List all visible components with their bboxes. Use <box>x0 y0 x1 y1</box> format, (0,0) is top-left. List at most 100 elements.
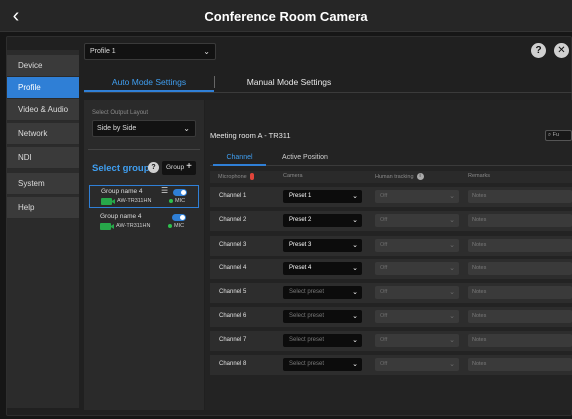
app-title: Conference Room Camera <box>204 9 368 24</box>
table-row: Channel 3 Preset 3 ⌄ Off ⌄ Notes <box>210 236 572 256</box>
chevron-down-icon: ⌄ <box>352 217 358 224</box>
notes-field[interactable]: Notes <box>468 334 572 347</box>
tracking-select[interactable]: Off ⌄ <box>375 286 459 299</box>
sidebar-item-ndi[interactable]: NDI <box>7 147 79 169</box>
tracking-value: Off <box>380 361 388 367</box>
tab-auto-mode[interactable]: Auto Mode Settings <box>84 72 214 92</box>
column-microphone: Microphone <box>218 173 254 180</box>
channel-panel: Meeting room A - TR311 ⌕ Fu Channel Acti… <box>205 100 572 410</box>
notes-field[interactable]: Notes <box>468 358 572 371</box>
tab-active-position[interactable]: Active Position <box>275 154 335 166</box>
camera-preset-select[interactable]: Select preset ⌄ <box>283 358 362 371</box>
camera-preset-select[interactable]: Preset 3 ⌄ <box>283 239 362 252</box>
sidebar-item-device[interactable]: Device <box>7 55 79 77</box>
chevron-down-icon: ⌄ <box>352 337 358 344</box>
tracking-select[interactable]: Off ⌄ <box>375 214 459 227</box>
camera-preset-select[interactable]: Select preset ⌄ <box>283 310 362 323</box>
sidebar-item-profile[interactable]: Profile <box>7 77 79 99</box>
tracking-select[interactable]: Off ⌄ <box>375 334 459 347</box>
tracking-value: Off <box>380 217 388 223</box>
table-row: Channel 6 Select preset ⌄ Off ⌄ Notes <box>210 307 572 327</box>
help-icon[interactable]: ? <box>148 162 159 173</box>
microphone-icon <box>249 173 254 180</box>
column-camera: Camera <box>283 173 303 179</box>
camera-preset-select[interactable]: Select preset ⌄ <box>283 286 362 299</box>
help-button[interactable]: ? <box>531 43 546 58</box>
chevron-down-icon: ⌄ <box>352 242 358 249</box>
table-row: Channel 1 Preset 1 ⌄ Off ⌄ Notes <box>210 187 572 207</box>
search-icon: ⌕ <box>548 132 552 138</box>
sidebar-item-video-audio[interactable]: Video & Audio <box>7 99 79 121</box>
tracking-value: Off <box>380 265 388 271</box>
info-icon[interactable]: i <box>416 173 424 180</box>
chevron-down-icon: ⌄ <box>449 242 455 249</box>
group-panel: Select Output Layout Side by Side ⌄ Sele… <box>84 100 204 410</box>
output-layout-select[interactable]: Side by Side ⌄ <box>92 120 196 137</box>
chevron-down-icon: ⌄ <box>449 313 455 320</box>
notes-field[interactable]: Notes <box>468 190 572 203</box>
mic-status: MIC <box>169 198 185 204</box>
menu-icon[interactable]: ☰ <box>161 186 168 195</box>
search-text: Fu <box>552 132 560 138</box>
camera-preset-value: Preset 3 <box>289 242 312 248</box>
camera-model: AW-TR311HN <box>117 198 152 204</box>
table-row: Channel 8 Select preset ⌄ Off ⌄ Notes <box>210 355 572 375</box>
add-group-button[interactable]: Group + <box>162 161 196 175</box>
tracking-select[interactable]: Off ⌄ <box>375 262 459 275</box>
tracking-select[interactable]: Off ⌄ <box>375 310 459 323</box>
divider <box>88 149 200 150</box>
tab-manual-mode[interactable]: Manual Mode Settings <box>214 72 364 92</box>
tracking-select[interactable]: Off ⌄ <box>375 190 459 203</box>
sidebar-item-network[interactable]: Network <box>7 123 79 145</box>
camera-preset-value: Select preset <box>289 337 325 343</box>
tracking-select[interactable]: Off ⌄ <box>375 239 459 252</box>
chevron-down-icon: ⌄ <box>352 265 358 272</box>
camera-preset-select[interactable]: Preset 4 ⌄ <box>283 262 362 275</box>
camera-preset-value: Select preset <box>289 313 325 319</box>
channel-label: Channel 7 <box>219 337 247 343</box>
camera-preset-value: Preset 1 <box>289 193 312 199</box>
camera-preset-select[interactable]: Preset 1 ⌄ <box>283 190 362 203</box>
notes-field[interactable]: Notes <box>468 214 572 227</box>
select-group-label: Select group <box>92 163 150 174</box>
chevron-down-icon: ⌄ <box>183 124 190 133</box>
profile-select[interactable]: Profile 1 ⌄ <box>84 43 216 60</box>
sidebar-item-system[interactable]: System <box>7 173 79 195</box>
group-card[interactable]: Group name 4 AW-TR311HN MIC <box>89 211 199 234</box>
status-dot-icon <box>168 223 172 228</box>
mic-label: MIC <box>175 198 186 204</box>
camera-preset-select[interactable]: Preset 2 ⌄ <box>283 214 362 227</box>
chevron-down-icon: ⌄ <box>203 47 210 56</box>
notes-field[interactable]: Notes <box>468 239 572 252</box>
camera-preset-value: Select preset <box>289 289 325 295</box>
notes-field[interactable]: Notes <box>468 286 572 299</box>
app-window: ‹ Conference Room Camera Device Profile … <box>0 0 572 419</box>
tracking-select[interactable]: Off ⌄ <box>375 358 459 371</box>
camera-preset-value: Preset 2 <box>289 217 312 223</box>
close-button[interactable]: ✕ <box>554 43 569 58</box>
table-row: Channel 2 Preset 2 ⌄ Off ⌄ Notes <box>210 211 572 231</box>
mic-label: MIC <box>174 223 185 229</box>
sidebar-item-help[interactable]: Help <box>7 197 79 219</box>
column-microphone-label: Microphone <box>218 173 247 180</box>
chevron-down-icon: ⌄ <box>449 361 455 368</box>
chevron-down-icon: ⌄ <box>352 193 358 200</box>
room-title: Meeting room A - TR311 <box>210 131 291 140</box>
channel-label: Channel 2 <box>219 217 247 223</box>
group-card[interactable]: Group name 4 ☰ AW-TR311HN MIC <box>89 185 199 208</box>
camera-preset-select[interactable]: Select preset ⌄ <box>283 334 362 347</box>
group-name: Group name 4 <box>100 213 142 220</box>
group-toggle[interactable] <box>173 189 187 196</box>
notes-field[interactable]: Notes <box>468 310 572 323</box>
column-tracking-label: Human tracking <box>375 173 414 180</box>
tracking-value: Off <box>380 193 388 199</box>
notes-field[interactable]: Notes <box>468 262 572 275</box>
table-header: Microphone Camera Human tracking i Remark… <box>210 171 572 183</box>
tracking-value: Off <box>380 337 388 343</box>
group-toggle[interactable] <box>172 214 186 221</box>
channel-label: Channel 5 <box>219 289 247 295</box>
chevron-down-icon: ⌄ <box>449 193 455 200</box>
search-input[interactable]: ⌕ Fu <box>545 130 572 141</box>
tab-channel[interactable]: Channel <box>213 154 266 166</box>
column-remarks: Remarks <box>468 173 491 179</box>
